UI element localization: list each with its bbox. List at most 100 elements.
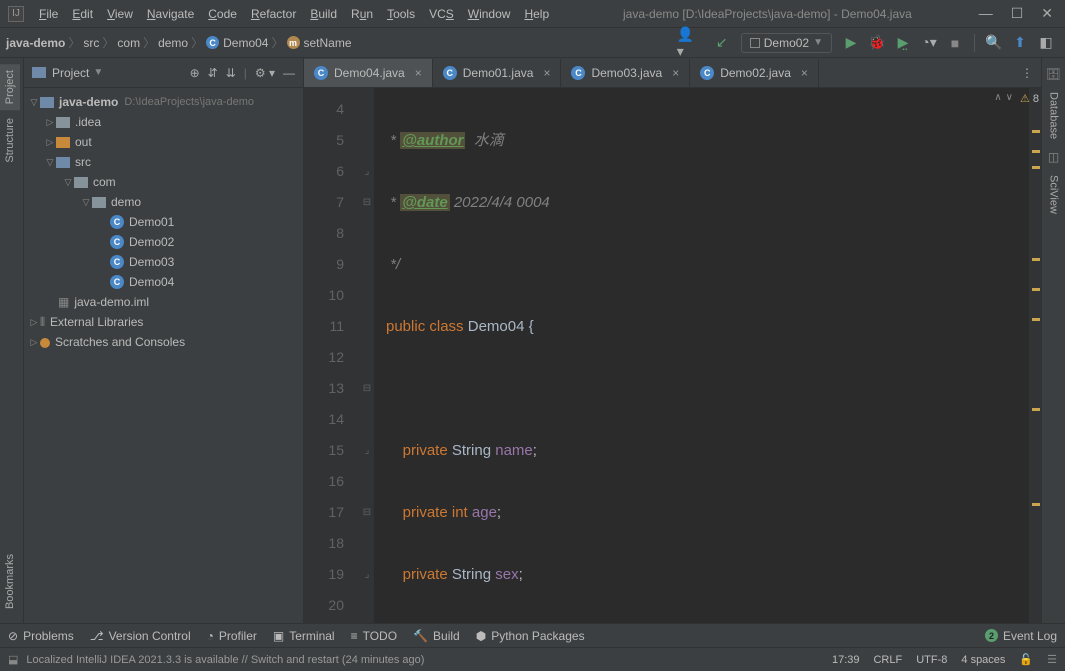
- debug-button[interactable]: 🐞: [866, 32, 888, 54]
- tab-demo01[interactable]: CDemo01.java×: [433, 59, 562, 87]
- menu-view[interactable]: View: [100, 3, 140, 25]
- more-tabs-icon[interactable]: ⋮: [1021, 66, 1033, 80]
- side-tab-sciview[interactable]: SciView: [1044, 169, 1064, 220]
- tree-demo[interactable]: ▽demo: [24, 192, 303, 212]
- bt-version-control[interactable]: ⎇Version Control: [90, 629, 191, 643]
- side-tab-project[interactable]: Project: [0, 64, 20, 110]
- database-icon[interactable]: 🗄: [1046, 66, 1062, 82]
- bc-method[interactable]: setName: [304, 36, 352, 50]
- bt-profiler[interactable]: ◔Profiler: [207, 629, 257, 643]
- status-time[interactable]: 17:39: [832, 654, 860, 666]
- bt-todo[interactable]: ≡TODO: [351, 629, 397, 643]
- menu-tools[interactable]: Tools: [380, 3, 422, 25]
- fold-end-icon[interactable]: ⌟: [360, 435, 374, 466]
- status-line-sep[interactable]: CRLF: [873, 654, 902, 666]
- warn-mark[interactable]: [1032, 288, 1040, 291]
- warn-mark[interactable]: [1032, 258, 1040, 261]
- close-icon[interactable]: ×: [672, 66, 679, 80]
- minimize-button[interactable]: —: [979, 5, 993, 22]
- bt-terminal[interactable]: ▣Terminal: [273, 629, 335, 643]
- bc-com[interactable]: com: [117, 36, 140, 50]
- select-opened-icon[interactable]: ⊕: [190, 66, 200, 80]
- code-content[interactable]: * @author 水滴 * @date 2022/4/4 0004 */ pu…: [374, 88, 1029, 623]
- tree-src[interactable]: ▽src: [24, 152, 303, 172]
- warn-mark[interactable]: [1032, 166, 1040, 169]
- fold-start-icon[interactable]: ⊟: [360, 373, 374, 404]
- bc-src[interactable]: src: [83, 36, 99, 50]
- fold-start-icon[interactable]: ⊟: [360, 187, 374, 218]
- settings-icon[interactable]: ⚙ ▾: [255, 66, 275, 80]
- warning-count[interactable]: 8: [1020, 92, 1039, 105]
- tab-demo02[interactable]: CDemo02.java×: [690, 59, 819, 87]
- bt-problems[interactable]: ⊘Problems: [8, 629, 74, 643]
- bc-demo[interactable]: demo: [158, 36, 188, 50]
- tree-demo02[interactable]: CDemo02: [24, 232, 303, 252]
- search-button[interactable]: 🔍: [983, 32, 1005, 54]
- stop-button[interactable]: ■: [944, 32, 966, 54]
- warn-mark[interactable]: [1032, 503, 1040, 506]
- bc-root[interactable]: java-demo: [6, 36, 65, 50]
- code-editor[interactable]: 4 5 6 7 8 9 10 11 12 13 14 15 16 17 18 1…: [304, 88, 1041, 623]
- menu-code[interactable]: Code: [201, 3, 244, 25]
- close-icon[interactable]: ×: [801, 66, 808, 80]
- coverage-button[interactable]: ▶̤: [892, 32, 914, 54]
- menu-window[interactable]: Window: [461, 3, 518, 25]
- chevron-down-icon[interactable]: ▼: [93, 67, 103, 78]
- fold-end-icon[interactable]: ⌟: [360, 559, 374, 590]
- status-message[interactable]: Localized IntelliJ IDEA 2021.3.3 is avai…: [26, 654, 424, 666]
- close-button[interactable]: ✕: [1041, 5, 1053, 22]
- tree-scratches[interactable]: ▷Scratches and Consoles: [24, 332, 303, 352]
- tree-root[interactable]: ▽java-demoD:\IdeaProjects\java-demo: [24, 92, 303, 112]
- prev-highlight-icon[interactable]: ∧: [994, 92, 1001, 103]
- menu-run[interactable]: Run: [344, 3, 380, 25]
- fold-start-icon[interactable]: ⊟: [360, 497, 374, 528]
- tree-demo01[interactable]: CDemo01: [24, 212, 303, 232]
- bt-event-log[interactable]: 2Event Log: [985, 629, 1057, 643]
- menu-edit[interactable]: Edit: [65, 3, 100, 25]
- maximize-button[interactable]: ☐: [1011, 5, 1024, 22]
- tree-com[interactable]: ▽com: [24, 172, 303, 192]
- user-menu-icon[interactable]: 👤▾: [677, 32, 699, 54]
- tree-demo03[interactable]: CDemo03: [24, 252, 303, 272]
- readonly-lock-icon[interactable]: 🔓: [1019, 653, 1033, 666]
- tree-out[interactable]: ▷out: [24, 132, 303, 152]
- warn-mark[interactable]: [1032, 130, 1040, 133]
- run-config-select[interactable]: Demo02 ▼: [741, 33, 832, 53]
- fold-end-icon[interactable]: ⌟: [360, 156, 374, 187]
- status-indent[interactable]: 4 spaces: [961, 654, 1005, 666]
- warn-mark[interactable]: [1032, 408, 1040, 411]
- status-window-icon[interactable]: ⬓: [8, 653, 18, 666]
- status-menu-icon[interactable]: ☰: [1047, 653, 1057, 666]
- menu-vcs[interactable]: VCS: [422, 3, 461, 25]
- tree-demo04[interactable]: CDemo04: [24, 272, 303, 292]
- project-panel-title[interactable]: Project: [52, 66, 89, 80]
- close-icon[interactable]: ×: [543, 66, 550, 80]
- bt-python-packages[interactable]: ⬢Python Packages: [476, 629, 585, 643]
- sciview-icon[interactable]: ◫: [1046, 149, 1062, 165]
- close-icon[interactable]: ×: [415, 66, 422, 80]
- bt-build[interactable]: 🔨Build: [413, 629, 460, 643]
- hide-button[interactable]: —: [283, 66, 295, 80]
- vcs-pull-icon[interactable]: ↙: [711, 32, 733, 54]
- menu-help[interactable]: Help: [517, 3, 556, 25]
- menu-refactor[interactable]: Refactor: [244, 3, 303, 25]
- tab-demo04[interactable]: CDemo04.java×: [304, 59, 433, 87]
- tree-idea[interactable]: ▷.idea: [24, 112, 303, 132]
- collapse-all-icon[interactable]: ⇊: [226, 66, 236, 80]
- side-tab-bookmarks[interactable]: Bookmarks: [0, 548, 20, 615]
- side-tab-structure[interactable]: Structure: [0, 112, 20, 169]
- side-tab-database[interactable]: Database: [1044, 86, 1064, 145]
- menu-build[interactable]: Build: [303, 3, 344, 25]
- update-button[interactable]: ⬆: [1009, 32, 1031, 54]
- run-button[interactable]: ▶: [840, 32, 862, 54]
- tree-ext-libs[interactable]: ▷⫴External Libraries: [24, 312, 303, 332]
- menu-file[interactable]: File: [32, 3, 65, 25]
- status-encoding[interactable]: UTF-8: [916, 654, 947, 666]
- bc-class[interactable]: Demo04: [223, 36, 268, 50]
- warn-mark[interactable]: [1032, 318, 1040, 321]
- menu-navigate[interactable]: Navigate: [140, 3, 201, 25]
- next-highlight-icon[interactable]: ∨: [1006, 92, 1013, 103]
- tab-demo03[interactable]: CDemo03.java×: [561, 59, 690, 87]
- expand-all-icon[interactable]: ⇵: [208, 66, 218, 80]
- ide-action-icon[interactable]: ◧: [1035, 32, 1057, 54]
